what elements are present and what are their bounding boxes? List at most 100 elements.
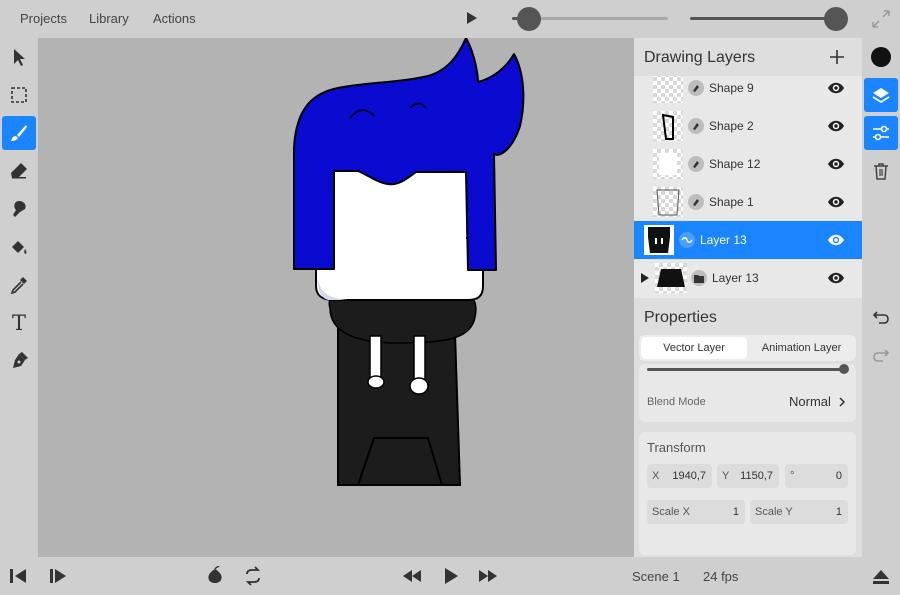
x-label: X [652, 470, 660, 482]
eye-icon[interactable] [827, 271, 845, 285]
y-label: Y [722, 470, 730, 482]
fast-forward-icon[interactable] [477, 566, 499, 586]
layer-row[interactable]: Layer 13 [634, 259, 862, 297]
play-icon[interactable] [441, 566, 461, 586]
timeline-scrubber-knob[interactable] [517, 7, 541, 31]
layer-settings-group: Blend Mode Normal [639, 364, 856, 422]
layer-thumbnail [644, 225, 674, 255]
smudge-tool[interactable] [2, 192, 36, 226]
plus-icon[interactable] [829, 49, 845, 65]
eyedropper-tool[interactable] [2, 268, 36, 302]
opacity-slider-knob[interactable] [839, 364, 849, 374]
scale-x-label: Scale X [652, 506, 690, 518]
fill-icon [12, 241, 27, 254]
layer-thumbnail [653, 187, 683, 217]
zoom-slider-track[interactable] [690, 17, 836, 20]
layer-name: Layer 13 [700, 233, 747, 247]
scale-y-field[interactable]: Scale Y 1 [750, 500, 848, 524]
eject-button[interactable] [864, 559, 898, 593]
eraser-icon [11, 163, 27, 179]
text-tool[interactable]: T [2, 306, 36, 340]
menu-actions[interactable]: Actions [153, 11, 196, 26]
layer-row[interactable]: Shape 12 [634, 145, 862, 183]
scale-x-value: 1 [732, 506, 739, 518]
folder-icon [691, 270, 707, 286]
tab-vector-layer[interactable]: Vector Layer [641, 337, 747, 359]
opacity-slider[interactable] [647, 368, 847, 371]
eraser-tool[interactable] [2, 154, 36, 188]
play-icon[interactable] [467, 12, 477, 24]
menu-projects[interactable]: Projects [20, 11, 67, 26]
brush-tool[interactable] [2, 116, 36, 150]
undo-icon [872, 311, 889, 324]
zoom-slider-knob[interactable] [824, 7, 848, 31]
layers-list[interactable]: Shape 9 Shape 2 Shape 12 Shape 1 Layer 1… [634, 76, 862, 298]
brush-icon [11, 125, 27, 141]
menu-library[interactable]: Library [89, 11, 129, 26]
y-field[interactable]: Y 1150,7 [717, 464, 779, 488]
eye-icon[interactable] [827, 233, 845, 247]
scale-y-value: 1 [835, 506, 842, 518]
layer-row[interactable]: Shape 1 [634, 183, 862, 221]
pen-tool[interactable] [2, 344, 36, 378]
loop-icon[interactable] [243, 566, 263, 586]
redo-button[interactable] [864, 338, 898, 372]
layer-row[interactable]: Shape 2 [634, 107, 862, 145]
rewind-icon[interactable] [401, 566, 423, 586]
layers-panel-header: Drawing Layers [634, 38, 862, 76]
properties-title: Properties [644, 309, 717, 326]
fill-tool[interactable] [2, 230, 36, 264]
layer-row[interactable]: Shape 9 [634, 76, 862, 107]
layer-row-selected[interactable]: Layer 13 [634, 221, 862, 259]
layer-name: Shape 2 [709, 119, 754, 133]
scale-x-field[interactable]: Scale X 1 [647, 500, 745, 524]
eye-icon[interactable] [827, 119, 845, 133]
expand-icon[interactable] [871, 9, 891, 29]
rotation-value: 0 [835, 470, 842, 482]
chevron-right-icon[interactable] [838, 397, 846, 407]
blend-mode-value[interactable]: Normal [789, 394, 831, 409]
eye-icon[interactable] [827, 157, 845, 171]
transform-title: Transform [647, 440, 706, 455]
adjustments-button[interactable] [864, 116, 898, 150]
layer-thumbnail [653, 76, 683, 103]
eyedropper-icon [10, 277, 27, 295]
layer-name: Layer 13 [712, 271, 759, 285]
character-drawing [293, 38, 525, 486]
x-field[interactable]: X 1940,7 [647, 464, 712, 488]
animation-layer-icon [679, 232, 695, 248]
rotation-label: ° [790, 470, 795, 482]
expand-triangle-icon[interactable] [641, 273, 649, 283]
layers-icon [872, 88, 890, 104]
eye-icon[interactable] [827, 195, 845, 209]
layer-name: Shape 12 [709, 157, 761, 171]
rotation-field[interactable]: ° 0 [785, 464, 848, 488]
marquee-tool[interactable] [2, 78, 36, 112]
scene-label[interactable]: Scene 1 [632, 569, 680, 584]
eye-icon[interactable] [827, 81, 845, 95]
layer-thumbnail [653, 111, 683, 141]
select-tool[interactable] [2, 40, 36, 74]
smudge-icon [13, 201, 26, 217]
marquee-icon [11, 87, 27, 103]
onion-skin-icon[interactable] [205, 566, 225, 586]
vector-layer-icon [688, 80, 704, 96]
layer-type-segmented-control[interactable]: Vector Layer Animation Layer [639, 335, 856, 361]
layer-name: Shape 1 [709, 195, 754, 209]
layer-thumbnail [653, 149, 683, 179]
eject-icon [873, 570, 889, 584]
scale-y-label: Scale Y [755, 506, 793, 518]
undo-button[interactable] [864, 300, 898, 334]
next-frame-icon[interactable] [48, 566, 68, 586]
color-picker-button[interactable] [864, 40, 898, 74]
layers-button[interactable] [864, 78, 898, 112]
layer-name: Shape 9 [709, 81, 754, 95]
current-color-swatch [871, 47, 891, 67]
vector-layer-icon [688, 156, 704, 172]
tab-animation-layer[interactable]: Animation Layer [749, 337, 854, 359]
delete-button[interactable] [864, 154, 898, 188]
first-frame-icon[interactable] [8, 566, 28, 586]
fps-label[interactable]: 24 fps [703, 569, 738, 584]
drawing-canvas[interactable] [38, 38, 634, 557]
pen-icon [13, 352, 28, 368]
